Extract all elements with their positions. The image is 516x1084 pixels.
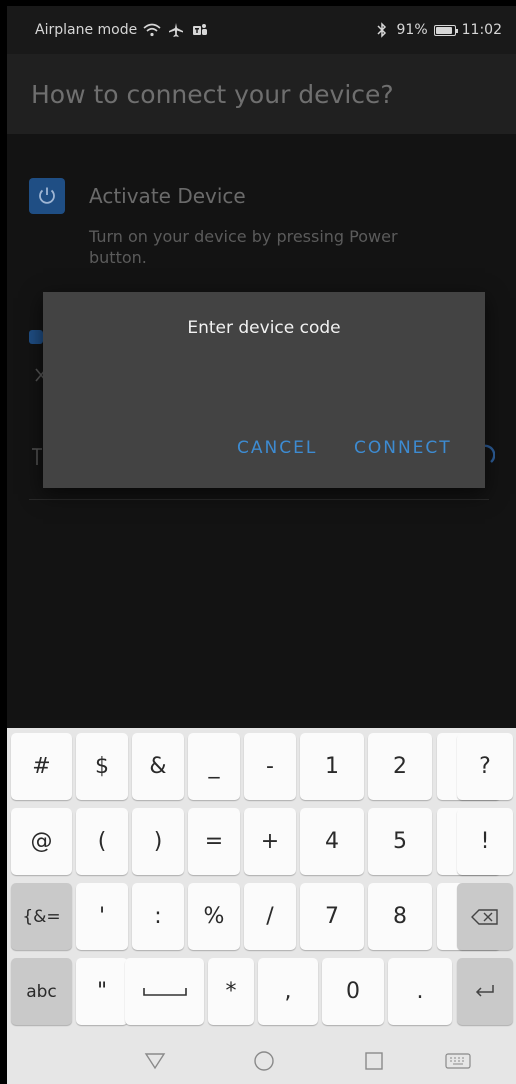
- key-label: 8: [393, 904, 407, 929]
- key-at[interactable]: @: [11, 808, 72, 875]
- key-label: 1: [325, 754, 339, 779]
- key-abc[interactable]: abc: [11, 958, 72, 1025]
- status-left: Airplane mode: [35, 21, 209, 39]
- enter-code-dialog: Enter device code CANCEL CONNECT: [43, 292, 485, 488]
- status-right: 91% 11:02: [373, 21, 502, 39]
- recents-icon[interactable]: [359, 1046, 389, 1076]
- key-label: 5: [393, 829, 407, 854]
- key-dollar[interactable]: $: [76, 733, 128, 800]
- battery-icon: [433, 24, 458, 36]
- clock: 11:02: [461, 22, 502, 38]
- partially-hidden-text: [31, 446, 43, 468]
- key-label: ": [96, 979, 108, 1004]
- key-label: {&=: [22, 906, 61, 927]
- key-more-symbols[interactable]: {&=: [11, 883, 72, 950]
- battery-percent: 91%: [396, 22, 428, 38]
- dialog-title: Enter device code: [187, 318, 341, 338]
- enter-icon: [475, 984, 494, 997]
- key-0[interactable]: 0: [322, 958, 384, 1025]
- key-label: @: [30, 829, 53, 854]
- teams-icon: [191, 21, 209, 39]
- airplane-mode-label: Airplane mode: [35, 22, 138, 38]
- key-label: 0: [346, 979, 360, 1004]
- backspace-key[interactable]: [457, 883, 513, 950]
- key-label: !: [480, 829, 490, 854]
- space-key[interactable]: [125, 958, 204, 1025]
- key-1[interactable]: 1: [300, 733, 364, 800]
- step-title: Activate Device: [89, 184, 246, 208]
- airplane-icon: [167, 21, 185, 39]
- divider: [29, 499, 489, 500]
- space-icon: [142, 987, 187, 996]
- key-hash[interactable]: #: [11, 733, 72, 800]
- key-comma[interactable]: ,: [258, 958, 318, 1025]
- key-7[interactable]: 7: [300, 883, 364, 950]
- home-icon[interactable]: [249, 1046, 279, 1076]
- bluetooth-icon: [373, 21, 391, 39]
- key-label: =: [204, 829, 224, 854]
- key-minus[interactable]: -: [244, 733, 296, 800]
- key-label: (: [97, 829, 107, 854]
- key-2[interactable]: 2: [368, 733, 432, 800]
- back-icon[interactable]: [140, 1046, 170, 1076]
- key-asterisk[interactable]: *: [208, 958, 254, 1025]
- step-description: Turn on your device by pressing Power bu…: [89, 227, 398, 267]
- key-label: &: [149, 754, 167, 779]
- page-title: How to connect your device?: [31, 79, 394, 109]
- key-label: 4: [325, 829, 339, 854]
- cancel-button[interactable]: CANCEL: [237, 438, 317, 458]
- key-label: ,: [284, 979, 292, 1004]
- enter-key[interactable]: [457, 958, 513, 1025]
- key-label: :: [154, 904, 162, 929]
- key-percent[interactable]: %: [188, 883, 240, 950]
- key-label: .: [416, 979, 424, 1004]
- key-underscore[interactable]: _: [188, 733, 240, 800]
- key-label: #: [32, 754, 51, 779]
- symbol-keyboard: #$&_-123?@()=+456!{&=':%/789abc"*,0.: [7, 728, 516, 1084]
- key-plus[interactable]: +: [244, 808, 296, 875]
- key-quote[interactable]: ": [76, 958, 128, 1025]
- key-label: %: [203, 904, 225, 929]
- key-question[interactable]: ?: [457, 733, 513, 800]
- key-label: $: [95, 754, 109, 779]
- key-equals[interactable]: =: [188, 808, 240, 875]
- key-label: ?: [479, 754, 491, 779]
- key-label: +: [260, 829, 280, 854]
- key-label: _: [208, 754, 220, 779]
- backspace-icon: [471, 908, 498, 925]
- key-open-paren[interactable]: (: [76, 808, 128, 875]
- connect-button[interactable]: CONNECT: [354, 438, 452, 458]
- status-bar: Airplane mode 91% 11:02: [7, 6, 516, 54]
- key-colon[interactable]: :: [132, 883, 184, 950]
- key-label: 7: [325, 904, 339, 929]
- key-label: *: [225, 979, 237, 1004]
- key-label: 2: [393, 754, 407, 779]
- navigation-bar: [7, 1038, 516, 1084]
- key-period[interactable]: .: [388, 958, 452, 1025]
- key-label: -: [266, 754, 274, 779]
- key-apostrophe[interactable]: ': [76, 883, 128, 950]
- power-icon: [29, 178, 65, 214]
- keyboard-switch-icon[interactable]: [440, 1046, 476, 1076]
- app-header: How to connect your device?: [7, 54, 516, 134]
- key-label: /: [266, 904, 274, 929]
- key-label: ): [153, 829, 163, 854]
- key-8[interactable]: 8: [368, 883, 432, 950]
- key-5[interactable]: 5: [368, 808, 432, 875]
- key-slash[interactable]: /: [244, 883, 296, 950]
- wifi-icon: [143, 21, 161, 39]
- partially-hidden-icon: [29, 330, 43, 344]
- key-4[interactable]: 4: [300, 808, 364, 875]
- key-close-paren[interactable]: ): [132, 808, 184, 875]
- key-label: ': [98, 904, 106, 929]
- key-label: abc: [26, 981, 57, 1002]
- key-exclamation[interactable]: !: [457, 808, 513, 875]
- phone-screen: Airplane mode 91% 11:02 How to connect y…: [7, 6, 516, 1084]
- key-ampersand[interactable]: &: [132, 733, 184, 800]
